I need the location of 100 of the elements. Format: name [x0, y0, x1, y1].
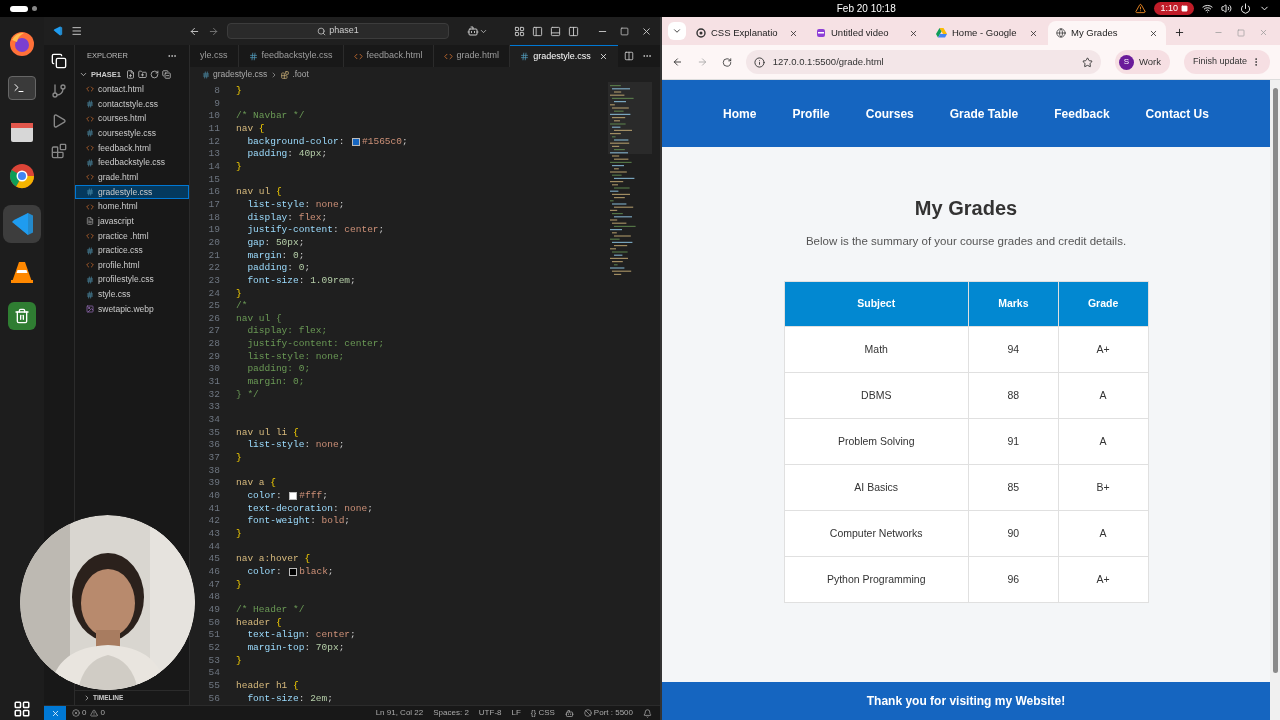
- file-item[interactable]: profilestyle.css: [75, 272, 189, 288]
- editor-tab[interactable]: yle.css: [190, 45, 239, 67]
- code-text: }: [236, 85, 242, 98]
- editor-tab[interactable]: feedbackstyle.css: [238, 45, 344, 67]
- panel-toggle-icon[interactable]: [550, 25, 561, 37]
- file-item[interactable]: style.css: [75, 287, 189, 302]
- cursor-position[interactable]: Ln 91, Col 22: [375, 707, 424, 719]
- line-ending[interactable]: LF: [511, 707, 521, 719]
- volume-icon[interactable]: [1221, 3, 1232, 14]
- run-icon[interactable]: [51, 113, 67, 129]
- nav-link[interactable]: Profile: [792, 104, 830, 123]
- new-file-icon[interactable]: [126, 70, 135, 79]
- error-count[interactable]: 0: [82, 707, 87, 719]
- chevron-icon[interactable]: [79, 70, 88, 79]
- file-item[interactable]: courses.html: [75, 111, 189, 126]
- scrollbar[interactable]: [1270, 80, 1280, 720]
- live-server-port[interactable]: Port : 5500: [583, 707, 633, 719]
- browser-tab[interactable]: Home - Google: [928, 21, 1046, 45]
- language-mode[interactable]: {} CSS: [530, 707, 555, 719]
- file-item[interactable]: contact.html: [75, 82, 189, 97]
- file-item[interactable]: coursestyle.css: [75, 125, 189, 141]
- new-tab-icon[interactable]: [1174, 27, 1185, 38]
- nav-link[interactable]: Feedback: [1054, 104, 1110, 123]
- wifi-icon[interactable]: [1202, 3, 1213, 14]
- clock[interactable]: Feb 20 10:18: [836, 1, 896, 16]
- file-item[interactable]: practice .html: [75, 228, 189, 244]
- nav-link[interactable]: Courses: [865, 104, 914, 123]
- notification-icon[interactable]: [643, 708, 652, 718]
- browser-tab[interactable]: My Grades: [1048, 21, 1166, 45]
- files-icon[interactable]: [51, 53, 67, 69]
- extensions-icon[interactable]: [51, 143, 67, 159]
- refresh-icon[interactable]: [150, 70, 159, 79]
- file-item[interactable]: feedback.html: [75, 140, 189, 156]
- maximize-icon[interactable]: [620, 26, 629, 36]
- recording-indicator[interactable]: 1:10: [1154, 2, 1194, 15]
- file-item[interactable]: gradestyle.css: [75, 184, 189, 200]
- close-icon[interactable]: [641, 25, 652, 37]
- file-item[interactable]: feedbackstyle.css: [75, 155, 189, 170]
- close-icon[interactable]: [789, 28, 798, 38]
- split-icon[interactable]: [624, 51, 634, 61]
- address-bar[interactable]: 127.0.0.1:5500/grade.html: [745, 50, 1101, 74]
- file-item[interactable]: javascript: [75, 213, 189, 229]
- editor-tab[interactable]: feedback.html: [343, 45, 434, 67]
- line-number: 25: [207, 300, 220, 313]
- sidebar-toggle-icon[interactable]: [532, 25, 543, 37]
- error-icon[interactable]: [72, 709, 80, 717]
- code-text: justify-content: center;: [246, 224, 385, 237]
- file-item[interactable]: home.html: [75, 199, 189, 214]
- reload-icon[interactable]: [721, 56, 732, 68]
- breadcrumb-item[interactable]: .foot: [292, 68, 309, 81]
- robot-icon[interactable]: [564, 708, 574, 718]
- close-icon[interactable]: [909, 28, 918, 38]
- line-number: 31: [207, 376, 220, 389]
- nav-link[interactable]: Grade Table: [949, 104, 1019, 123]
- close-icon[interactable]: [1149, 28, 1158, 38]
- workspace-indicator[interactable]: [10, 5, 28, 12]
- warning-icon[interactable]: [90, 709, 99, 717]
- line-number: 49: [207, 603, 220, 617]
- warning-icon[interactable]: [1135, 3, 1147, 14]
- file-item[interactable]: profile.html: [75, 257, 189, 273]
- chevron-icon[interactable]: [83, 694, 91, 702]
- nav-link[interactable]: Home: [723, 104, 757, 123]
- code-icon: [86, 231, 94, 240]
- line-number: 32: [207, 388, 220, 402]
- indentation[interactable]: Spaces: 2: [433, 707, 469, 719]
- browser-tab[interactable]: CSS Explanatio: [688, 21, 806, 45]
- table-cell: 90: [968, 510, 1059, 557]
- code-text: }: [236, 578, 242, 592]
- remote-button[interactable]: [44, 706, 66, 720]
- color-swatch[interactable]: [289, 492, 298, 501]
- split-icon[interactable]: [568, 25, 579, 37]
- menu-icon[interactable]: [71, 25, 83, 37]
- command-search-field[interactable]: phase1: [226, 23, 449, 39]
- update-button[interactable]: Finish update: [1183, 50, 1270, 74]
- file-item[interactable]: practice.css: [75, 243, 189, 258]
- layout-icon[interactable]: [514, 25, 525, 37]
- nav-link[interactable]: Contact Us: [1145, 104, 1209, 123]
- collapse-icon[interactable]: [162, 70, 171, 79]
- close-icon[interactable]: [1029, 28, 1038, 38]
- breadcrumb-item[interactable]: gradestyle.css: [213, 68, 268, 81]
- warning-count[interactable]: 0: [100, 707, 105, 719]
- color-swatch[interactable]: [352, 137, 361, 146]
- apps-grid-icon[interactable]: [13, 700, 31, 718]
- robot-icon[interactable]: [467, 25, 479, 37]
- file-item[interactable]: swetapic.webp: [75, 301, 189, 317]
- forward-icon[interactable]: [207, 25, 219, 37]
- table-cell: A+: [1058, 326, 1148, 373]
- branch-icon[interactable]: [51, 83, 67, 99]
- back-icon[interactable]: [672, 56, 683, 68]
- editor-tab[interactable]: gradestyle.css: [510, 45, 618, 67]
- browser-tab[interactable]: Untitled video: [808, 21, 926, 45]
- back-icon[interactable]: [188, 25, 200, 37]
- file-item[interactable]: contactstyle.css: [75, 96, 189, 112]
- color-swatch[interactable]: [289, 568, 298, 577]
- close-icon[interactable]: [598, 52, 608, 61]
- new-folder-icon[interactable]: [138, 70, 147, 79]
- encoding[interactable]: UTF-8: [478, 707, 502, 719]
- power-icon[interactable]: [1240, 3, 1251, 14]
- file-item[interactable]: grade.html: [75, 169, 189, 185]
- profile-button[interactable]: S Work: [1114, 50, 1170, 74]
